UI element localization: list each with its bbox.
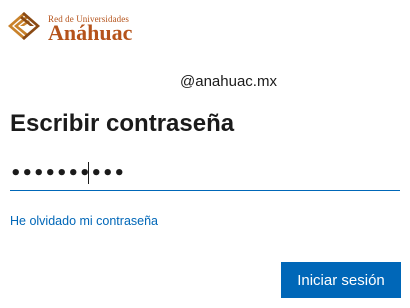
sign-in-page: Red de Universidades Anáhuac @anahuac.mx… [0, 0, 410, 308]
forgot-password-link[interactable]: He olvidado mi contraseña [10, 214, 158, 228]
password-field-container [10, 158, 400, 191]
password-input[interactable] [10, 158, 400, 188]
page-title: Escribir contraseña [10, 110, 235, 137]
anahuac-logo: Red de Universidades Anáhuac [6, 8, 146, 48]
logo-wordmark: Anáhuac [48, 20, 133, 45]
text-caret [88, 162, 89, 184]
signin-button[interactable]: Iniciar sesión [281, 262, 401, 298]
account-identity[interactable]: @anahuac.mx [180, 73, 277, 90]
anahuac-logo-icon [8, 12, 40, 40]
